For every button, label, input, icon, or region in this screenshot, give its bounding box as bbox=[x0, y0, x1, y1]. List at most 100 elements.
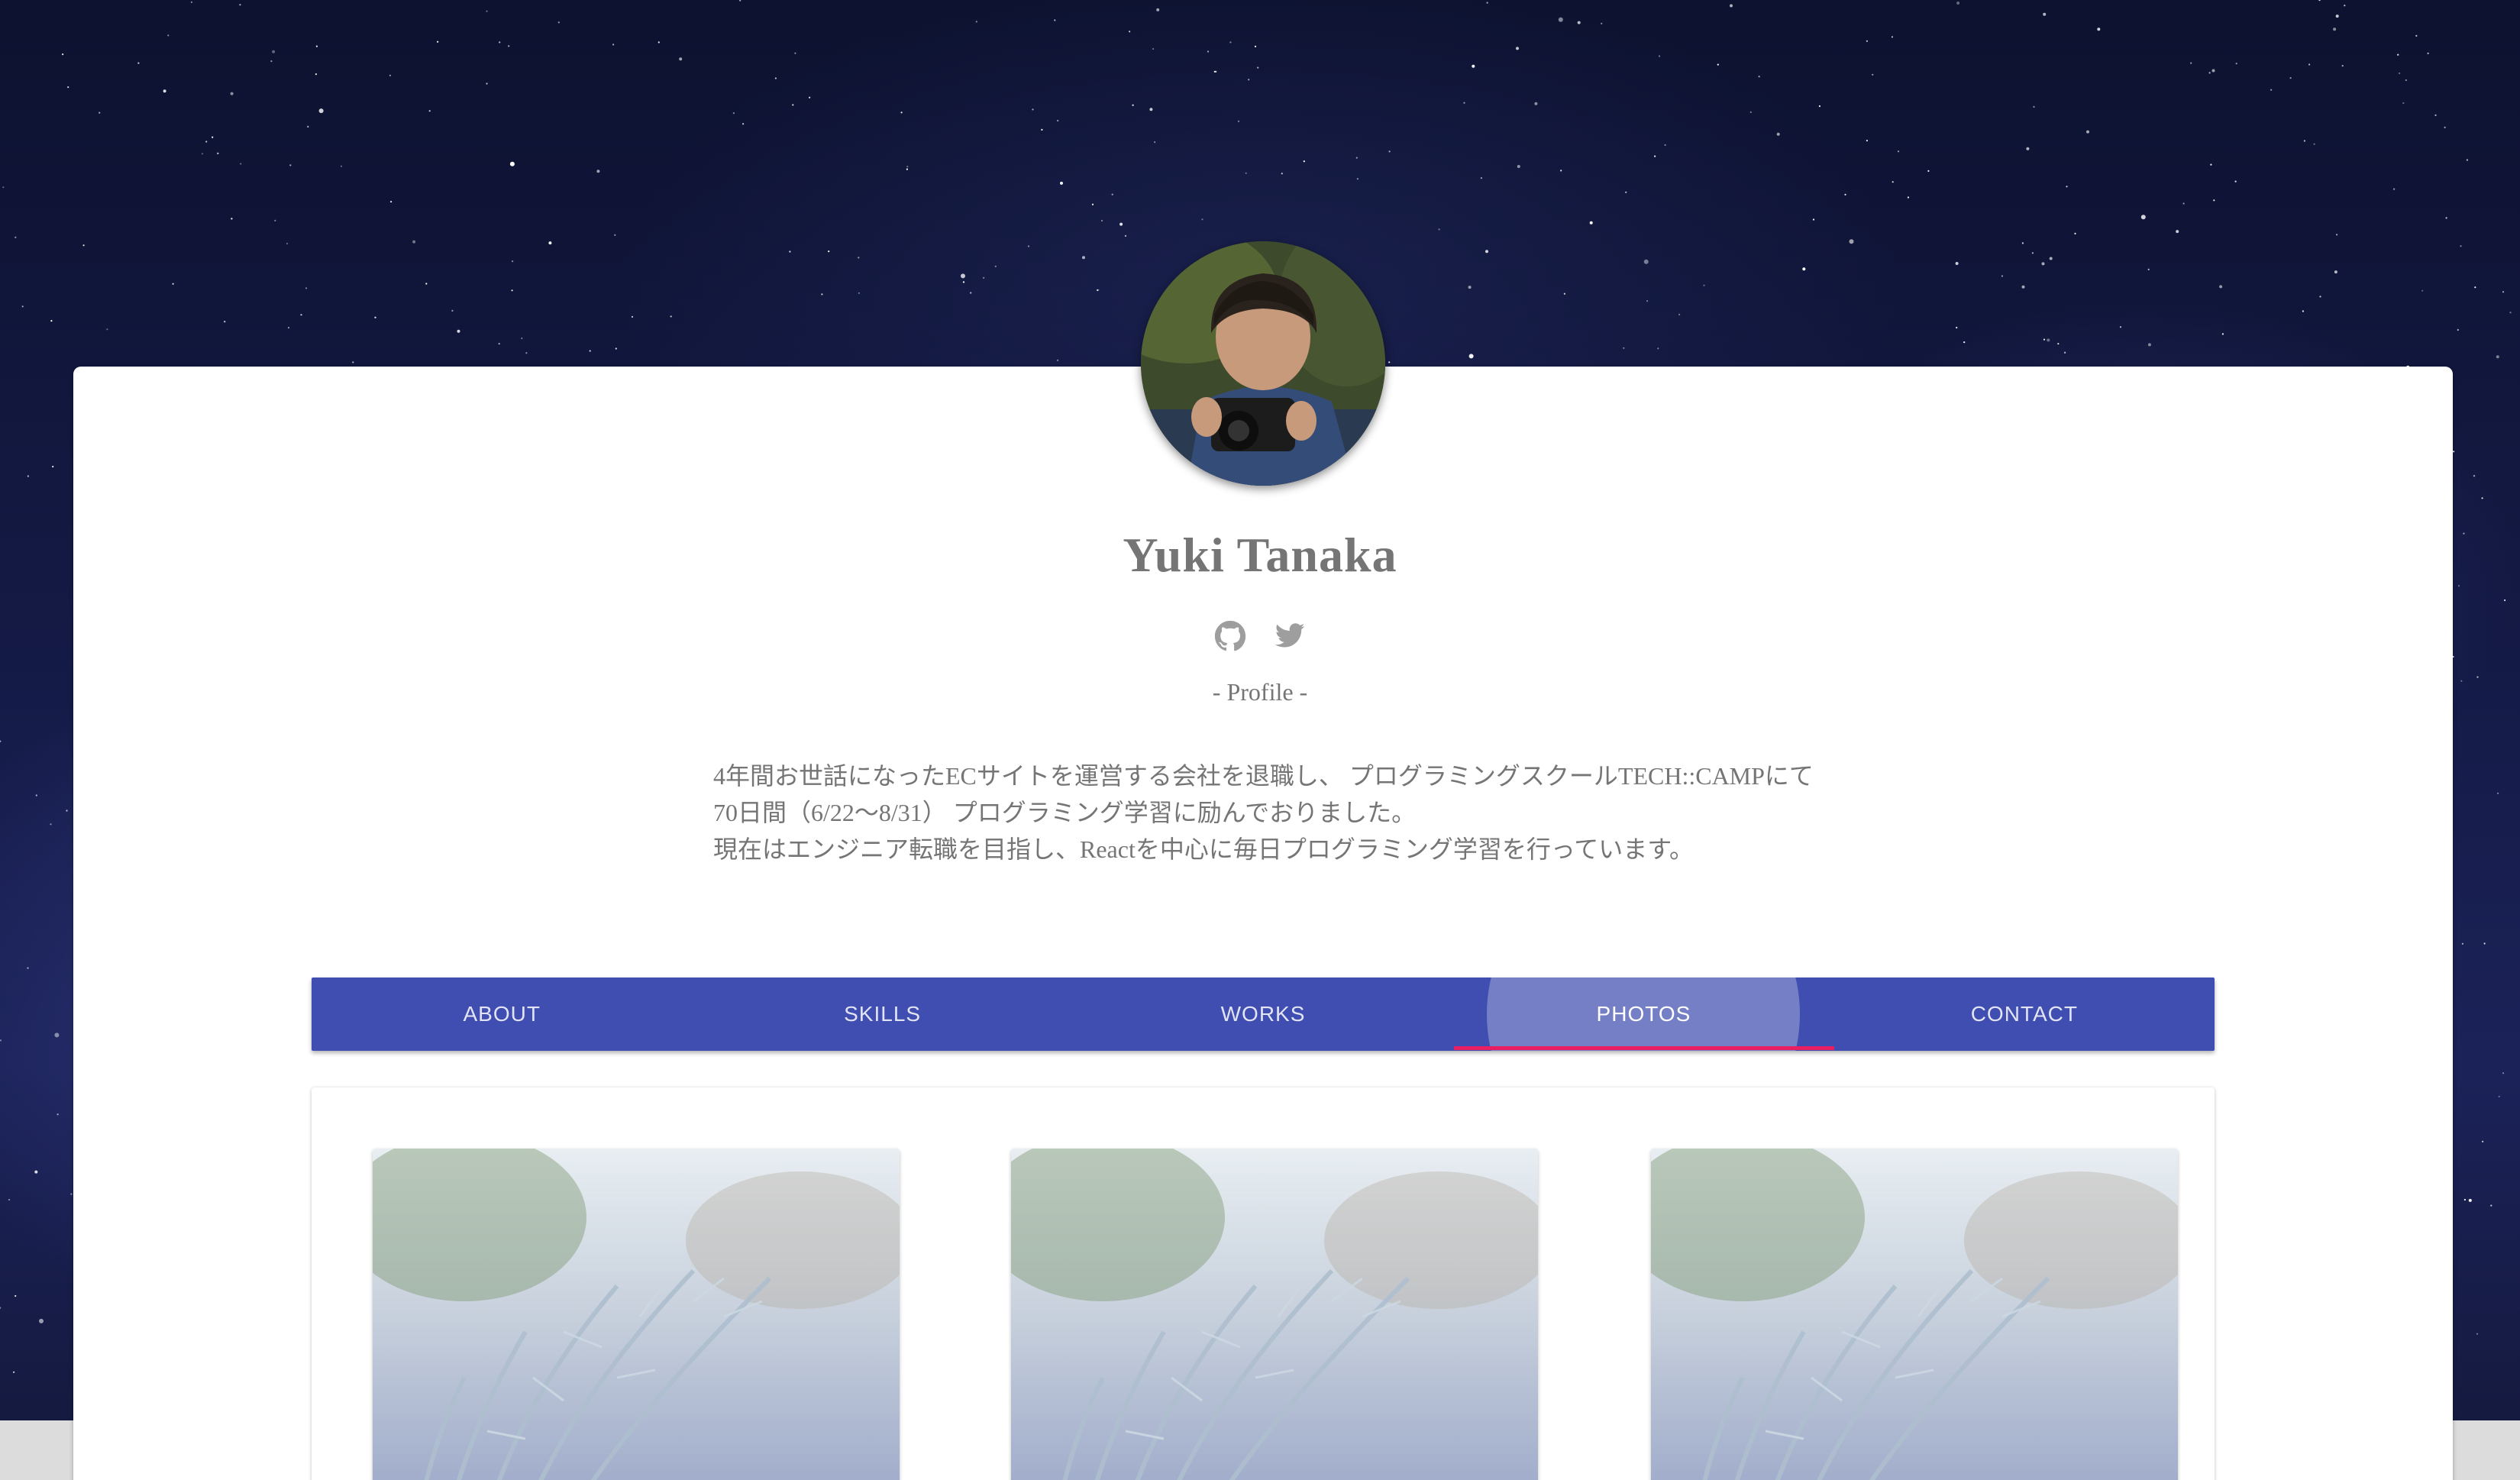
star bbox=[2457, 585, 2460, 587]
star bbox=[1124, 234, 1127, 237]
star bbox=[1485, 250, 1488, 254]
tab-about[interactable]: ABOUT bbox=[312, 978, 692, 1051]
tab-label: ABOUT bbox=[463, 1002, 541, 1026]
star bbox=[1963, 341, 1966, 344]
star bbox=[2235, 63, 2237, 65]
star bbox=[499, 41, 501, 44]
star bbox=[340, 165, 342, 167]
star bbox=[70, 1193, 73, 1195]
tab-works[interactable]: WORKS bbox=[1073, 978, 1453, 1051]
star bbox=[2461, 942, 2463, 945]
star bbox=[2289, 77, 2292, 79]
star bbox=[962, 281, 965, 283]
star bbox=[774, 77, 777, 79]
star bbox=[1149, 108, 1153, 111]
star bbox=[548, 241, 552, 245]
star bbox=[1872, 73, 1874, 76]
star bbox=[2021, 285, 2025, 289]
star bbox=[2319, 296, 2321, 298]
star bbox=[1245, 172, 1247, 174]
github-icon[interactable] bbox=[1214, 620, 1246, 652]
star bbox=[2445, 217, 2447, 219]
star bbox=[57, 1113, 59, 1116]
profile-bio: 4年間お世話になったECサイトを運営する会社を退職し、 プログラミングスクールT… bbox=[713, 758, 1843, 868]
star bbox=[742, 123, 745, 125]
star bbox=[2453, 451, 2455, 453]
star bbox=[2482, 1140, 2484, 1142]
star bbox=[1097, 289, 1099, 292]
star bbox=[2399, 72, 2401, 75]
star bbox=[1516, 47, 1519, 50]
star bbox=[1955, 262, 1959, 265]
star bbox=[13, 1371, 15, 1373]
star bbox=[2303, 140, 2305, 142]
photo-thumbnail[interactable] bbox=[1651, 1149, 2178, 1480]
star bbox=[1534, 102, 1538, 105]
star bbox=[732, 112, 735, 115]
photo-thumbnail[interactable] bbox=[373, 1149, 900, 1480]
avatar-photo bbox=[1141, 241, 1385, 486]
star bbox=[2341, 65, 2344, 67]
star bbox=[1388, 361, 1391, 364]
star bbox=[794, 52, 796, 54]
star bbox=[615, 347, 617, 350]
star bbox=[2064, 351, 2066, 354]
star bbox=[1654, 155, 1656, 157]
star bbox=[1054, 19, 1056, 21]
star bbox=[1257, 66, 1259, 69]
star bbox=[201, 153, 203, 155]
star bbox=[1229, 41, 1232, 44]
star bbox=[1152, 47, 1155, 50]
star bbox=[2460, 680, 2463, 682]
star bbox=[52, 465, 54, 468]
star bbox=[318, 108, 324, 114]
star bbox=[2333, 27, 2337, 31]
star bbox=[137, 62, 140, 64]
star bbox=[1560, 170, 1562, 172]
photo-image bbox=[1651, 1149, 2178, 1480]
star bbox=[2086, 130, 2089, 134]
tab-photos[interactable]: PHOTOS bbox=[1453, 978, 1833, 1051]
star bbox=[1589, 221, 1593, 225]
tab-contact[interactable]: CONTACT bbox=[1834, 978, 2215, 1051]
star bbox=[498, 343, 500, 345]
star bbox=[1658, 55, 1661, 57]
twitter-icon[interactable] bbox=[1274, 620, 1306, 652]
star bbox=[809, 96, 811, 99]
star bbox=[1057, 119, 1059, 122]
star bbox=[508, 45, 510, 47]
star bbox=[82, 244, 85, 247]
star bbox=[1956, 2, 1960, 5]
star bbox=[231, 218, 233, 220]
star bbox=[2336, 234, 2338, 236]
tab-label: WORKS bbox=[1220, 1002, 1306, 1026]
section-tabs: ABOUT SKILLS WORKS PHOTOS CONTACT bbox=[312, 978, 2215, 1051]
star bbox=[425, 283, 428, 285]
star bbox=[274, 219, 276, 221]
star bbox=[2313, 143, 2315, 145]
star bbox=[614, 234, 616, 236]
star bbox=[525, 352, 528, 354]
star bbox=[212, 136, 214, 138]
star bbox=[1057, 359, 1059, 361]
star bbox=[1892, 181, 1894, 183]
star bbox=[1866, 40, 1868, 42]
star bbox=[2496, 355, 2499, 359]
star bbox=[2021, 242, 2024, 244]
star bbox=[2397, 53, 2399, 56]
star bbox=[2097, 27, 2101, 31]
star bbox=[1956, 326, 1958, 329]
star bbox=[224, 321, 226, 323]
star bbox=[305, 287, 308, 289]
star bbox=[1891, 36, 1893, 38]
photo-thumbnail[interactable] bbox=[1011, 1149, 1538, 1480]
star bbox=[679, 57, 683, 61]
star bbox=[300, 314, 302, 316]
star bbox=[2318, 0, 2321, 2]
star bbox=[1468, 286, 1472, 289]
star bbox=[270, 60, 273, 63]
star bbox=[1472, 64, 1475, 68]
star bbox=[167, 34, 170, 37]
tab-skills[interactable]: SKILLS bbox=[692, 978, 1072, 1051]
star bbox=[2208, 72, 2211, 74]
